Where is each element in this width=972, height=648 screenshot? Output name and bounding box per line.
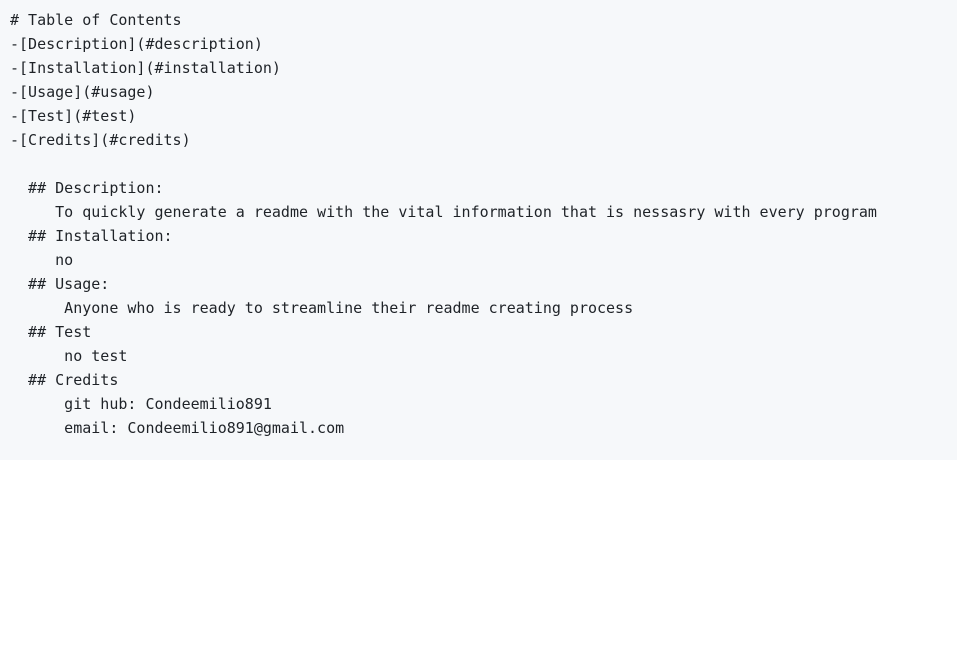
installation-heading-line: ## Installation: — [10, 227, 173, 245]
usage-text-line: Anyone who is ready to streamline their … — [10, 299, 634, 317]
code-block: # Table of Contents -[Description](#desc… — [0, 0, 957, 460]
toc-test-line: -[Test](#test) — [10, 107, 137, 125]
toc-credits-line: -[Credits](#credits) — [10, 131, 191, 149]
description-text-line: To quickly generate a readme with the vi… — [10, 203, 877, 221]
credits-email-line: email: Condeemilio891@gmail.com — [10, 419, 345, 437]
toc-description-line: -[Description](#description) — [10, 35, 263, 53]
toc-heading-line: # Table of Contents — [10, 11, 182, 29]
test-text-line: no test — [10, 347, 128, 365]
credits-heading-line: ## Credits — [10, 371, 119, 389]
toc-usage-line: -[Usage](#usage) — [10, 83, 155, 101]
description-heading-line: ## Description: — [10, 179, 164, 197]
credits-github-line: git hub: Condeemilio891 — [10, 395, 272, 413]
test-heading-line: ## Test — [10, 323, 92, 341]
installation-text-line: no — [10, 251, 74, 269]
usage-heading-line: ## Usage: — [10, 275, 110, 293]
toc-installation-line: -[Installation](#installation) — [10, 59, 281, 77]
